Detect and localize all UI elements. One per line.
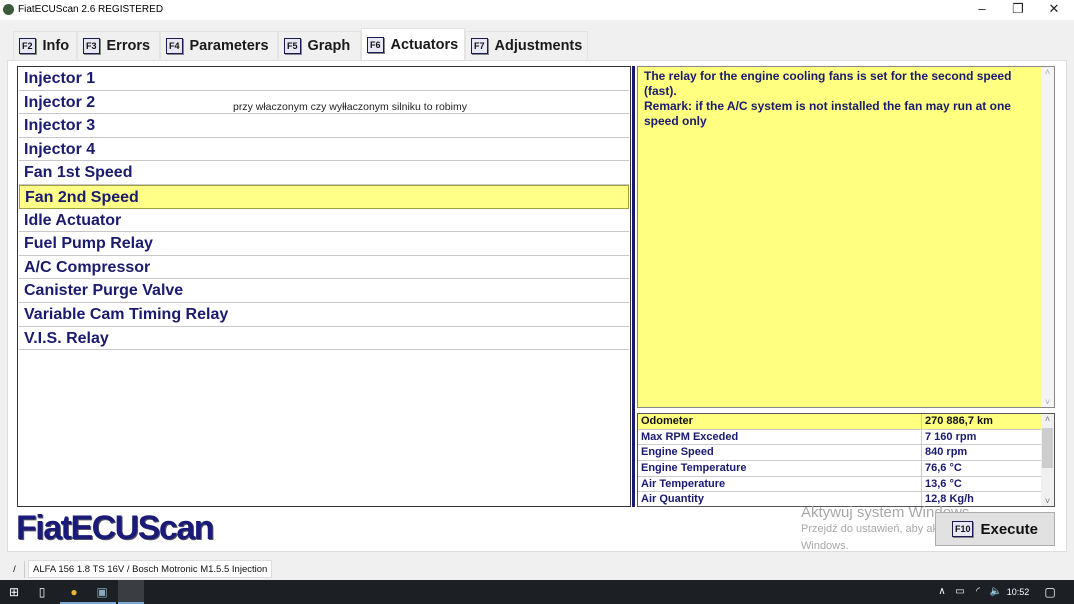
tab-graph[interactable]: F5 Graph: [278, 31, 361, 59]
scroll-thumb[interactable]: [1042, 428, 1053, 468]
param-name: Engine Speed: [638, 445, 922, 461]
table-row[interactable]: Engine Temperature 76,6 °C: [638, 461, 1054, 477]
table-row[interactable]: Air Temperature 13,6 °C: [638, 476, 1054, 493]
description-line-1: The relay for the engine cooling fans is…: [644, 69, 1012, 98]
tab-parameters[interactable]: F4 Parameters: [160, 31, 278, 59]
actuator-item-variable-cam-timing-relay[interactable]: Variable Cam Timing Relay: [19, 303, 629, 327]
tab-errors[interactable]: F3 Errors: [77, 31, 160, 59]
restore-button[interactable]: ❐: [1000, 0, 1036, 20]
description-panel: The relay for the engine cooling fans is…: [637, 66, 1055, 408]
description-line-2: Remark: if the A/C system is not install…: [644, 99, 1011, 128]
tab-actuators[interactable]: F6 Actuators: [361, 28, 465, 60]
clock[interactable]: 10:52: [1004, 580, 1032, 604]
actuator-item-ac-compressor[interactable]: A/C Compressor: [19, 256, 629, 280]
parameters-table: Odometer 270 886,7 km Max RPM Exceded 7 16…: [637, 413, 1055, 507]
f3-key-icon: F3: [83, 37, 100, 54]
actuator-item-injector-4[interactable]: Injector 4: [19, 138, 629, 162]
vehicle-info: ALFA 156 1.8 TS 16V / Bosch Motronic M1.…: [28, 560, 273, 578]
actuator-item-idle-actuator[interactable]: Idle Actuator: [19, 209, 629, 233]
f4-key-icon: F4: [166, 37, 183, 54]
tab-label: Errors: [106, 37, 151, 54]
f7-key-icon: F7: [471, 37, 488, 54]
scroll-up-icon[interactable]: ˄: [1041, 414, 1054, 424]
tab-label: Graph: [307, 37, 351, 54]
overlay-note: przy właczonym czy wyłłaczonym silniku t…: [233, 101, 467, 113]
f2-key-icon: F2: [19, 37, 36, 54]
actuator-item-fan-1st-speed[interactable]: Fan 1st Speed: [19, 161, 629, 185]
panel-divider[interactable]: [632, 66, 635, 507]
param-value: 13,6 °C: [925, 477, 962, 490]
table-row[interactable]: Max RPM Exceded 7 160 rpm: [638, 429, 1054, 446]
app-taskbar-icon[interactable]: ▣: [88, 580, 116, 604]
actuator-item-fuel-pump-relay[interactable]: Fuel Pump Relay: [19, 232, 629, 256]
param-name: Air Temperature: [638, 476, 922, 492]
scroll-down-icon[interactable]: ˅: [1041, 496, 1054, 506]
status-bar: / ALFA 156 1.8 TS 16V / Bosch Motronic M…: [0, 558, 1074, 580]
f6-key-icon: F6: [367, 36, 384, 53]
table-row[interactable]: Engine Speed 840 rpm: [638, 445, 1054, 462]
actuator-list: Injector 1 Injector 2 Injector 3 Injecto…: [17, 66, 631, 507]
actuator-item-injector-3[interactable]: Injector 3: [19, 114, 629, 138]
param-value: 7 160 rpm: [925, 430, 977, 443]
execute-label: Execute: [980, 520, 1039, 538]
tab-label: Adjustments: [494, 37, 583, 54]
close-button[interactable]: ✕: [1036, 0, 1072, 20]
execute-button[interactable]: F10 Execute: [935, 512, 1055, 546]
table-row[interactable]: Odometer 270 886,7 km: [638, 414, 1054, 430]
f10-key-icon: F10: [951, 521, 974, 537]
title-bar: FiatECUScan 2.6 REGISTERED – ❐ ✕: [0, 0, 1074, 20]
actuator-item-injector-1[interactable]: Injector 1: [19, 67, 629, 91]
minimize-button[interactable]: –: [964, 0, 1000, 20]
scroll-up-icon[interactable]: ˄: [1041, 67, 1054, 77]
param-value: 76,6 °C: [925, 462, 962, 475]
fiatecuscan-taskbar-icon[interactable]: [118, 580, 144, 604]
status-cell: /: [5, 561, 25, 578]
param-name: Max RPM Exceded: [638, 429, 922, 445]
tab-label: Actuators: [390, 36, 459, 53]
tab-info[interactable]: F2 Info: [13, 31, 77, 59]
app-icon: [3, 4, 14, 15]
param-value: 840 rpm: [925, 446, 968, 459]
notifications-icon[interactable]: ▢: [1036, 580, 1064, 604]
param-value: 270 886,7 km: [925, 415, 993, 427]
actuator-item-fan-2nd-speed[interactable]: Fan 2nd Speed: [19, 184, 629, 209]
actuator-item-canister-purge-valve[interactable]: Canister Purge Valve: [19, 279, 629, 303]
description-scrollbar[interactable]: ˄ ˅: [1041, 67, 1054, 407]
f5-key-icon: F5: [284, 37, 301, 54]
scroll-down-icon[interactable]: ˅: [1041, 397, 1054, 407]
chrome-icon[interactable]: ●: [60, 580, 88, 604]
table-scrollbar[interactable]: ˄ ˅: [1041, 414, 1054, 506]
task-view-icon[interactable]: ▯: [28, 580, 56, 604]
tab-label: Info: [42, 37, 70, 54]
tab-label: Parameters: [189, 37, 269, 54]
tab-adjustments[interactable]: F7 Adjustments: [465, 31, 588, 59]
param-name: Engine Temperature: [638, 461, 922, 476]
app-logo: FiatECUScan: [16, 509, 215, 547]
taskbar: ⊞ ▯ ● ▣ ∧ ▭ ◜ 🔈 10:52 ▢: [0, 580, 1074, 604]
param-name: Odometer: [638, 414, 922, 429]
actuator-item-vis-relay[interactable]: V.I.S. Relay: [19, 327, 629, 351]
window-title: FiatECUScan 2.6 REGISTERED: [18, 4, 164, 15]
windows-start-icon[interactable]: ⊞: [0, 580, 28, 604]
